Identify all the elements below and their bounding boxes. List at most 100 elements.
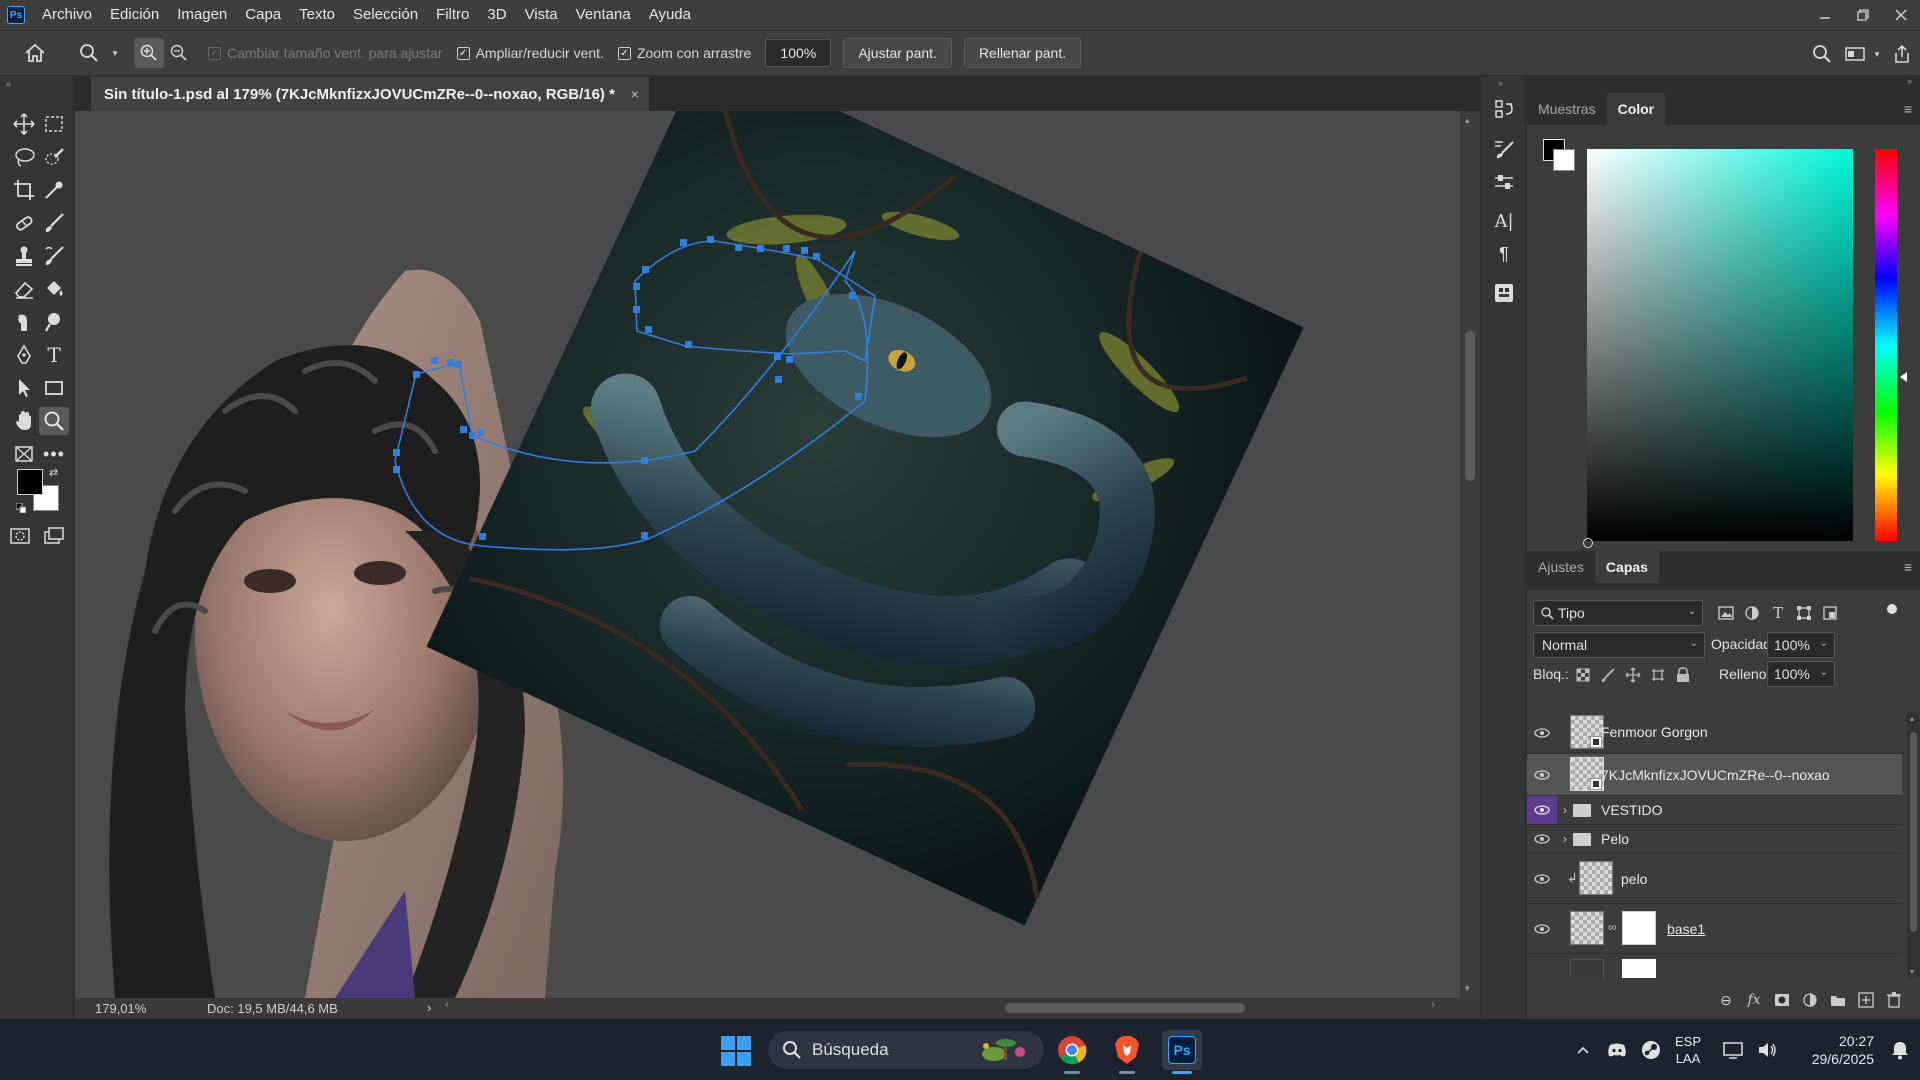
vertical-scroll-thumb[interactable] xyxy=(1465,331,1475,481)
eraser-tool-icon[interactable] xyxy=(9,275,39,303)
layer-mask-thumbnail[interactable] xyxy=(1622,911,1656,945)
move-tool-icon[interactable] xyxy=(9,110,39,138)
taskbar-search-input[interactable]: Búsqueda xyxy=(768,1031,1044,1069)
zoom-in-icon[interactable] xyxy=(134,38,164,68)
new-layer-icon[interactable] xyxy=(1852,988,1880,1012)
scrubby-zoom-checkbox[interactable]: ✓ Zoom con arrastre xyxy=(617,45,751,61)
menu-edicion[interactable]: Edición xyxy=(101,0,168,30)
volume-icon[interactable] xyxy=(1750,1035,1784,1065)
screen-mode-icon[interactable] xyxy=(39,522,69,550)
layer-row-7kjcmknfizxjovucmzre[interactable]: 7KJcMknfizxJOVUCmZRe--0--noxao xyxy=(1527,754,1902,796)
chevron-down-icon[interactable]: ▾ xyxy=(108,38,122,68)
visibility-eye-icon[interactable] xyxy=(1527,825,1557,853)
history-brush-tool-icon[interactable] xyxy=(39,242,69,270)
menu-capa[interactable]: Capa xyxy=(236,0,290,30)
link-chain-icon[interactable]: ∞ xyxy=(1608,920,1617,934)
fit-screen-button[interactable]: Ajustar pant. xyxy=(843,38,952,68)
close-icon[interactable] xyxy=(1882,0,1920,30)
menu-vista[interactable]: Vista xyxy=(516,0,567,30)
delete-layer-icon[interactable] xyxy=(1880,988,1908,1012)
filter-toggle-icon[interactable] xyxy=(1887,604,1897,614)
more-tools-icon[interactable]: ••• xyxy=(39,440,69,468)
input-language[interactable]: ESP LAA xyxy=(1668,1033,1708,1067)
document-canvas[interactable] xyxy=(75,111,1460,998)
menu-imagen[interactable]: Imagen xyxy=(168,0,236,30)
link-layers-icon[interactable]: ⊖ xyxy=(1712,988,1740,1012)
tab-color[interactable]: Color xyxy=(1606,93,1666,125)
lock-all-icon[interactable] xyxy=(1672,664,1694,686)
chevron-up-icon[interactable] xyxy=(1566,1035,1600,1065)
scroll-up-icon[interactable]: ▴ xyxy=(1910,714,1914,723)
chevron-right-icon[interactable]: › xyxy=(1563,803,1567,817)
chrome-app-icon[interactable] xyxy=(1052,1030,1092,1074)
frame-tool-icon[interactable] xyxy=(9,440,39,468)
paragraph-panel-icon[interactable]: ¶ xyxy=(1489,240,1519,268)
lasso-tool-icon[interactable] xyxy=(9,143,39,171)
vertical-scrollbar[interactable]: ▴ ▾ xyxy=(1460,111,1480,998)
rectangle-tool-icon[interactable] xyxy=(39,374,69,402)
share-icon[interactable] xyxy=(1884,39,1920,69)
tab-capas[interactable]: Capas xyxy=(1594,551,1659,583)
photoshop-app-icon[interactable]: Ps xyxy=(1162,1030,1202,1074)
saturation-value-field[interactable] xyxy=(1587,149,1853,541)
layers-scroll-thumb[interactable] xyxy=(1910,732,1917,932)
swap-colors-icon[interactable]: ⇄ xyxy=(49,466,58,479)
type-tool-icon[interactable]: T xyxy=(39,341,69,369)
panel-menu-icon[interactable]: ≡ xyxy=(1904,101,1912,117)
network-icon[interactable] xyxy=(1716,1035,1750,1065)
brush-tool-icon[interactable] xyxy=(39,209,69,237)
zoom-percent-field[interactable]: 100% xyxy=(765,39,832,67)
menu-ayuda[interactable]: Ayuda xyxy=(640,0,700,30)
notification-bell-icon[interactable] xyxy=(1880,1035,1920,1065)
document-tab[interactable]: Sin título-1.psd al 179% (7KJcMknfizxJOV… xyxy=(91,77,649,111)
minimize-icon[interactable] xyxy=(1806,0,1844,30)
path-selection-tool-icon[interactable] xyxy=(9,374,39,402)
lock-pixels-icon[interactable] xyxy=(1597,664,1619,686)
fx-icon[interactable]: fx xyxy=(1740,988,1768,1012)
color-picker-cursor[interactable] xyxy=(1583,538,1593,548)
menu-ventana[interactable]: Ventana xyxy=(567,0,640,30)
status-more-icon[interactable]: › xyxy=(427,1000,431,1015)
layer-name[interactable]: Fenmoor Gorgon xyxy=(1601,724,1708,740)
collapse-arrows-icon[interactable]: « xyxy=(6,79,11,89)
opacity-field[interactable]: 100% ⌄ xyxy=(1767,632,1835,658)
hand-tool-icon[interactable] xyxy=(9,407,39,435)
workspace-icon[interactable] xyxy=(1840,39,1870,69)
filter-pixel-icon[interactable] xyxy=(1715,602,1737,624)
eyedropper-tool-icon[interactable] xyxy=(39,176,69,204)
clone-stamp-tool-icon[interactable] xyxy=(9,242,39,270)
filter-adjustment-icon[interactable] xyxy=(1741,602,1763,624)
steam-icon[interactable] xyxy=(1634,1035,1668,1065)
zoom-all-windows-checkbox[interactable]: ✓ Ampliar/reducir vent. xyxy=(456,45,604,61)
default-colors-icon[interactable] xyxy=(15,501,27,514)
brave-app-icon[interactable] xyxy=(1107,1030,1147,1074)
panel-menu-icon[interactable]: ≡ xyxy=(1904,559,1912,575)
restore-icon[interactable] xyxy=(1844,0,1882,30)
zoom-tool-icon[interactable] xyxy=(39,407,69,435)
hue-slider[interactable] xyxy=(1875,149,1897,541)
horizontal-scroll-thumb[interactable] xyxy=(1005,1003,1245,1013)
layer-row-fenmoor-gorgon[interactable]: Fenmoor Gorgon xyxy=(1527,712,1902,754)
layer-row-pelo[interactable]: ↲ pelo xyxy=(1527,854,1902,904)
scroll-down-icon[interactable]: ▾ xyxy=(1465,983,1470,994)
pen-tool-icon[interactable] xyxy=(9,341,39,369)
windows-start-icon[interactable] xyxy=(720,1035,752,1067)
lock-transparent-icon[interactable] xyxy=(1572,664,1594,686)
filter-smart-object-icon[interactable] xyxy=(1819,602,1841,624)
new-group-icon[interactable] xyxy=(1824,988,1852,1012)
zoom-tool-preset-icon[interactable] xyxy=(70,38,108,68)
color-panel-background-swatch[interactable] xyxy=(1553,149,1575,171)
zoom-out-icon[interactable] xyxy=(164,38,194,68)
layer-name[interactable]: Pelo xyxy=(1601,831,1629,847)
filter-shape-icon[interactable] xyxy=(1793,602,1815,624)
layer-name[interactable]: VESTIDO xyxy=(1601,802,1662,818)
discord-icon[interactable] xyxy=(1600,1035,1634,1065)
glyphs-panel-icon[interactable] xyxy=(1489,279,1519,307)
visibility-eye-icon[interactable] xyxy=(1527,904,1557,953)
visibility-eye-icon[interactable] xyxy=(1527,854,1557,903)
lock-artboard-icon[interactable] xyxy=(1647,664,1669,686)
lock-position-icon[interactable] xyxy=(1622,664,1644,686)
layer-row-pelo-group[interactable]: › Pelo xyxy=(1527,825,1902,854)
visibility-eye-icon[interactable] xyxy=(1527,796,1557,824)
fill-screen-button[interactable]: Rellenar pant. xyxy=(963,38,1082,68)
